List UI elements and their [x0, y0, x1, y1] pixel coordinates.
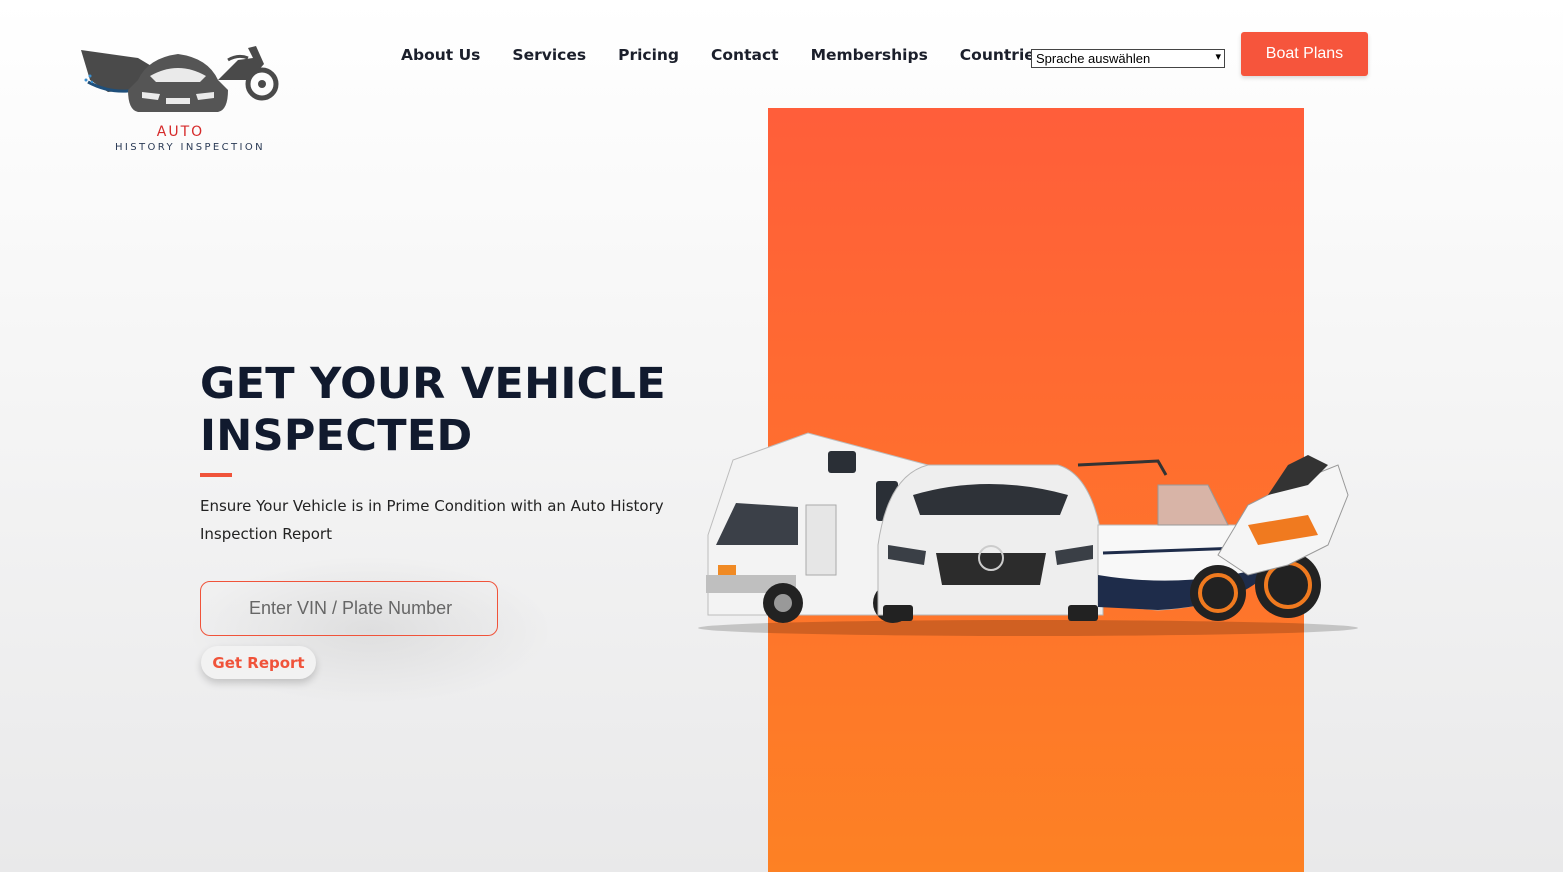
- car-boat-motorcycle-logo-icon: [81, 46, 279, 112]
- nav-about-us[interactable]: About Us: [385, 44, 496, 66]
- vin-plate-input[interactable]: [200, 581, 498, 636]
- nav-memberships[interactable]: Memberships: [795, 44, 944, 66]
- hero-title-line-2: INSPECTED: [200, 411, 473, 461]
- chevron-down-icon: ▾: [1215, 51, 1221, 63]
- main-nav: About Us Services Pricing Contact Member…: [385, 44, 1060, 66]
- hero-title-line-1: GET YOUR VEHICLE: [200, 359, 666, 409]
- language-select[interactable]: Sprache auswählen ▾: [1031, 49, 1225, 68]
- boat-plans-button[interactable]: Boat Plans: [1241, 32, 1368, 76]
- logo-text-subtitle: HISTORY INSPECTION: [114, 142, 266, 153]
- nav-services[interactable]: Services: [496, 44, 602, 66]
- hero-subtitle: Ensure Your Vehicle is in Prime Conditio…: [200, 497, 664, 543]
- logo-text-auto: AUTO: [156, 124, 205, 140]
- vehicles-illustration: [698, 432, 1358, 636]
- nav-contact[interactable]: Contact: [695, 44, 795, 66]
- site-logo[interactable]: AUTO HISTORY INSPECTION: [78, 40, 283, 158]
- nav-pricing[interactable]: Pricing: [602, 44, 695, 66]
- hero-title: GET YOUR VEHICLE INSPECTED: [200, 358, 720, 462]
- get-report-button[interactable]: Get Report: [201, 646, 316, 679]
- language-select-value: Sprache auswählen: [1036, 51, 1151, 66]
- title-accent-divider: [200, 473, 232, 477]
- sedan-image: [877, 464, 1104, 621]
